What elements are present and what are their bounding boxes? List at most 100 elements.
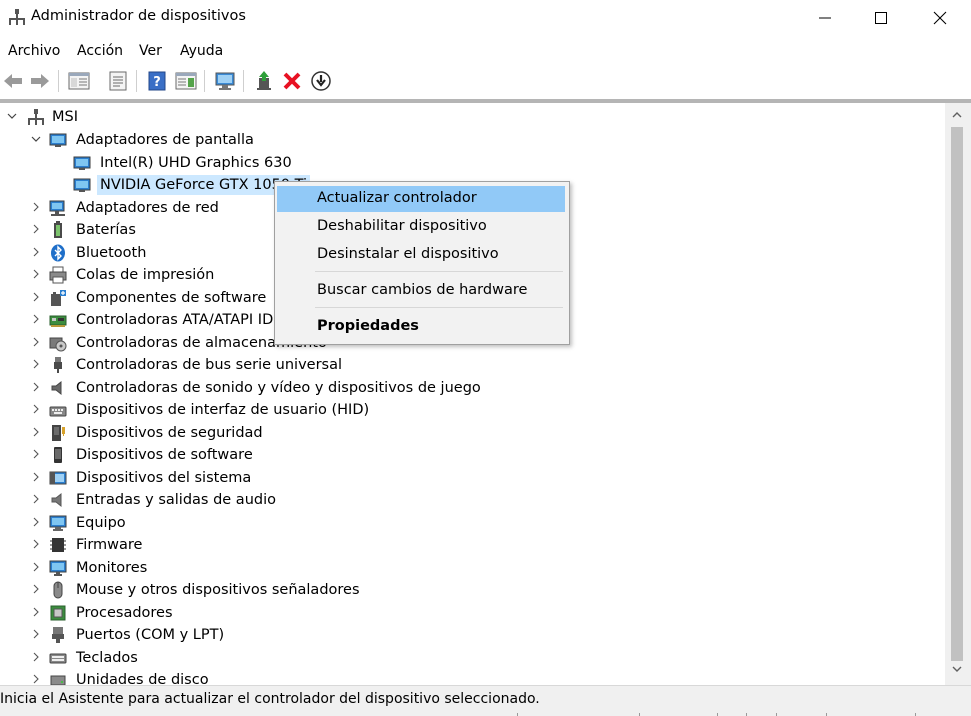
chevron-right-icon[interactable] [31,652,41,662]
mouse-icon [53,581,63,599]
network-adapter-icon [49,200,65,216]
tree-root-label: MSI [52,109,78,125]
system-device-icon [49,471,67,485]
close-icon [933,11,947,25]
tree-root-msi[interactable]: MSI [0,106,300,128]
tree-node-label: Baterías [76,222,136,238]
security-device-icon [52,425,65,441]
tree-category-node[interactable]: Controladoras de bus serie universal [0,354,940,376]
tree-category-node[interactable]: Mouse y otros dispositivos señaladores [0,579,940,601]
chevron-right-icon[interactable] [31,404,41,414]
tree-node-label: Mouse y otros dispositivos señaladores [76,582,360,598]
tree-category-node[interactable]: Unidades de disco [0,669,940,685]
context-menu: Actualizar controlador Deshabilitar disp… [274,181,570,345]
tree-node-label: Controladoras de bus serie universal [76,357,343,373]
scroll-up-icon [952,112,962,118]
scrollbar-thumb[interactable] [951,127,963,661]
chevron-right-icon[interactable] [31,629,41,639]
properties-icon[interactable] [106,69,130,93]
hid-icon [49,406,67,417]
chevron-right-icon[interactable] [31,607,41,617]
close-button[interactable] [911,0,969,36]
minimize-icon [819,17,831,19]
tree-category-node[interactable]: Dispositivos de software [0,444,940,466]
chevron-right-icon[interactable] [31,449,41,459]
chevron-right-icon[interactable] [31,539,41,549]
maximize-icon [875,12,887,24]
chevron-right-icon[interactable] [31,382,41,392]
back-arrow-icon[interactable] [1,69,25,93]
tree-category-node[interactable]: Teclados [0,647,940,669]
tree-node-label: Dispositivos de seguridad [76,425,263,441]
forward-arrow-icon[interactable] [28,69,52,93]
chevron-down-icon[interactable] [31,134,41,144]
menu-item-disable-device[interactable]: Deshabilitar dispositivo [277,214,565,240]
chevron-right-icon[interactable] [31,517,41,527]
tree-category-node[interactable]: Controladoras de sonido y vídeo y dispos… [0,377,940,399]
chevron-right-icon[interactable] [31,202,41,212]
tree-node-label: Dispositivos de interfaz de usuario (HID… [76,402,370,418]
chevron-right-icon[interactable] [31,247,41,257]
tree-category-node[interactable]: Entradas y salidas de audio [0,489,940,511]
menu-item-update-driver[interactable]: Actualizar controlador [277,186,565,212]
menu-accion[interactable]: Acción [77,43,123,59]
tree-child-node[interactable]: Intel(R) UHD Graphics 630 [0,152,940,174]
tree-category-node[interactable]: Puertos (COM y LPT) [0,624,940,646]
menu-item-properties[interactable]: Propiedades [277,314,565,340]
menu-ver[interactable]: Ver [139,43,162,59]
tree-category-node[interactable]: Dispositivos de seguridad [0,422,940,444]
update-driver-icon[interactable] [252,69,276,93]
chevron-right-icon[interactable] [31,562,41,572]
menu-item-uninstall-device[interactable]: Desinstalar el dispositivo [277,242,565,268]
display-adapter-icon [73,156,91,170]
chevron-right-icon[interactable] [31,472,41,482]
svg-text:?: ? [153,75,161,90]
toolbar: ? [0,66,971,96]
help-icon[interactable]: ? [145,69,169,93]
show-hide-console-tree-icon[interactable] [67,69,91,93]
tree-node-label: Dispositivos de software [76,447,253,463]
chevron-right-icon[interactable] [31,584,41,594]
disk-drive-icon [50,675,66,685]
chevron-right-icon[interactable] [31,269,41,279]
menu-archivo[interactable]: Archivo [8,43,60,59]
storage-controller-icon [49,337,67,352]
enable-device-icon[interactable] [309,69,333,93]
audio-io-icon [51,492,62,508]
tree-category-node[interactable]: Procesadores [0,602,940,624]
tree-category-node[interactable]: Equipo [0,512,940,534]
uninstall-device-icon[interactable] [280,69,304,93]
chevron-right-icon[interactable] [31,292,41,302]
battery-icon [54,221,62,238]
tree-node-label: Unidades de disco [76,672,209,685]
menu-ayuda[interactable]: Ayuda [180,43,223,59]
software-device-icon [54,447,62,463]
chevron-right-icon[interactable] [31,494,41,504]
computer-root-icon [28,109,44,125]
minimize-button[interactable] [796,0,854,36]
chevron-right-icon[interactable] [31,224,41,234]
tree-node-label: Entradas y salidas de audio [76,492,276,508]
computer-icon [49,515,67,531]
tree-category-node[interactable]: Monitores [0,557,940,579]
tree-category-node[interactable]: Dispositivos de interfaz de usuario (HID… [0,399,940,421]
menu-separator [315,271,563,272]
tree-category-node[interactable]: Dispositivos del sistema [0,467,940,489]
device-manager-icon [8,8,26,26]
firmware-icon [50,538,66,552]
scan-hardware-icon[interactable] [213,69,237,93]
menu-item-scan-hardware[interactable]: Buscar cambios de hardware [277,278,565,304]
bluetooth-icon [51,244,65,262]
action-pane-icon[interactable] [174,69,198,93]
chevron-right-icon[interactable] [31,674,41,684]
chevron-right-icon[interactable] [31,337,41,347]
tree-category-node[interactable]: Firmware [0,534,940,556]
vertical-scrollbar[interactable] [945,103,971,685]
tree-node-label: Dispositivos del sistema [76,470,252,486]
status-bar: Inicia el Asistente para actualizar el c… [0,685,971,716]
tree-category-node[interactable]: Adaptadores de pantalla [0,129,940,151]
maximize-button[interactable] [852,0,910,36]
chevron-right-icon[interactable] [31,359,41,369]
chevron-right-icon[interactable] [31,314,41,324]
chevron-right-icon[interactable] [31,427,41,437]
